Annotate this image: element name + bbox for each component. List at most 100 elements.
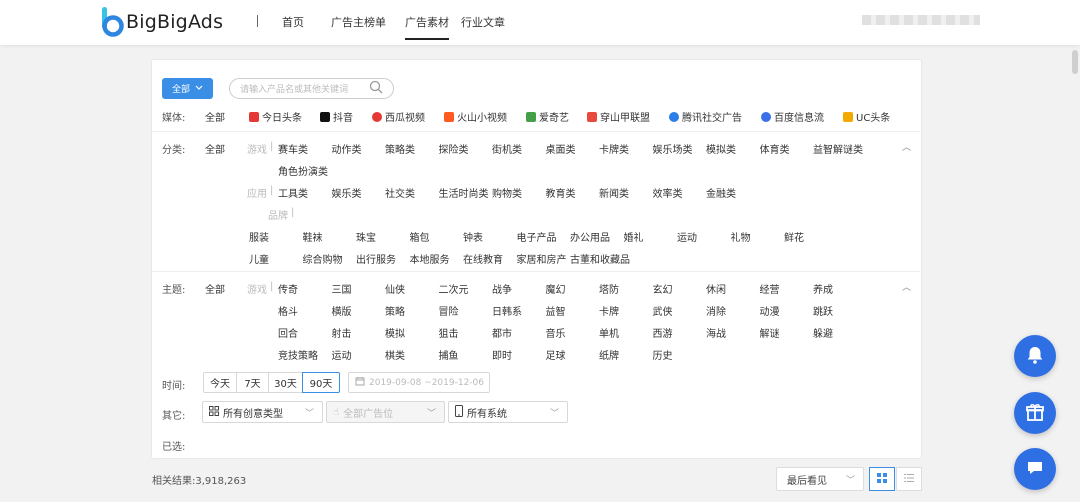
theme-all[interactable]: 全部 xyxy=(205,281,225,296)
nav-industry-articles[interactable]: 行业文章 xyxy=(461,14,505,30)
media-toutiao[interactable]: 今日头条 xyxy=(249,109,302,124)
nav-home[interactable]: 首页 xyxy=(282,14,304,30)
category-game-item[interactable]: 策略类 xyxy=(385,141,415,156)
theme-item[interactable]: 塔防 xyxy=(599,281,619,296)
category-app-item[interactable]: 教育类 xyxy=(546,185,576,200)
theme-item[interactable]: 射击 xyxy=(332,325,352,340)
theme-item[interactable]: 消除 xyxy=(706,303,726,318)
search-input[interactable]: 请输入产品名或其他关键词 xyxy=(229,78,394,99)
theme-item[interactable]: 益智 xyxy=(546,303,566,318)
theme-item[interactable]: 战争 xyxy=(492,281,512,296)
category-game-item[interactable]: 益智解谜类 xyxy=(813,141,863,156)
category-brand-item[interactable]: 钟表 xyxy=(463,229,483,244)
time-90days[interactable]: 90天 xyxy=(302,372,340,393)
theme-item[interactable]: 跳跃 xyxy=(813,303,833,318)
category-game-item[interactable]: 动作类 xyxy=(332,141,362,156)
category-game-item[interactable]: 体育类 xyxy=(760,141,790,156)
theme-item[interactable]: 模拟 xyxy=(385,325,405,340)
search-icon[interactable] xyxy=(369,80,383,97)
theme-item[interactable]: 经营 xyxy=(760,281,780,296)
sort-select[interactable]: 最后看见 ﹀ xyxy=(776,467,864,491)
theme-item[interactable]: 动漫 xyxy=(760,303,780,318)
theme-item[interactable]: 狙击 xyxy=(439,325,459,340)
chat-button[interactable] xyxy=(1014,448,1056,490)
category-brand-item[interactable]: 出行服务 xyxy=(356,251,396,266)
media-iqiyi[interactable]: 爱奇艺 xyxy=(526,109,569,124)
theme-item[interactable]: 躲避 xyxy=(813,325,833,340)
category-brand-item[interactable]: 综合购物 xyxy=(303,251,343,266)
theme-item[interactable]: 音乐 xyxy=(546,325,566,340)
theme-item[interactable]: 都市 xyxy=(492,325,512,340)
page-scrollbar[interactable] xyxy=(1072,50,1078,74)
category-brand-item[interactable]: 儿童 xyxy=(249,251,269,266)
theme-item[interactable]: 策略 xyxy=(385,303,405,318)
category-brand-item[interactable]: 家居和房产 xyxy=(517,251,567,266)
nav-advertiser-ranking[interactable]: 广告主榜单 xyxy=(331,14,386,30)
category-brand-item[interactable]: 古董和收藏品 xyxy=(570,251,630,266)
theme-item[interactable]: 历史 xyxy=(653,347,673,362)
theme-item[interactable]: 足球 xyxy=(546,347,566,362)
theme-item[interactable]: 解谜 xyxy=(760,325,780,340)
category-brand-item[interactable]: 办公用品 xyxy=(570,229,610,244)
category-brand-item[interactable]: 鲜花 xyxy=(784,229,804,244)
theme-item[interactable]: 日韩系 xyxy=(492,303,522,318)
time-today[interactable]: 今天 xyxy=(203,372,237,393)
theme-item[interactable]: 单机 xyxy=(599,325,619,340)
category-app-item[interactable]: 新闻类 xyxy=(599,185,629,200)
category-app-item[interactable]: 社交类 xyxy=(385,185,415,200)
category-brand-item[interactable]: 运动 xyxy=(677,229,697,244)
media-douyin[interactable]: 抖音 xyxy=(320,109,353,124)
theme-item[interactable]: 魔幻 xyxy=(546,281,566,296)
category-brand-item[interactable]: 本地服务 xyxy=(410,251,450,266)
theme-item[interactable]: 玄幻 xyxy=(653,281,673,296)
theme-item[interactable]: 武侠 xyxy=(653,303,673,318)
category-app-item[interactable]: 金融类 xyxy=(706,185,736,200)
grid-view-button[interactable] xyxy=(869,467,895,491)
category-app-item[interactable]: 工具类 xyxy=(278,185,308,200)
category-brand-item[interactable]: 礼物 xyxy=(731,229,751,244)
list-view-button[interactable] xyxy=(896,467,922,491)
category-game-item[interactable]: 角色扮演类 xyxy=(278,163,328,178)
theme-item[interactable]: 捕鱼 xyxy=(439,347,459,362)
theme-item[interactable]: 二次元 xyxy=(439,281,469,296)
category-game-item[interactable]: 探险类 xyxy=(439,141,469,156)
system-select[interactable]: 所有系统 ﹀ xyxy=(448,401,568,423)
theme-item[interactable]: 冒险 xyxy=(439,303,459,318)
category-brand-item[interactable]: 电子产品 xyxy=(517,229,557,244)
ad-position-select[interactable]: ☝ 全部广告位 ﹀ xyxy=(326,401,445,423)
category-game-item[interactable]: 卡牌类 xyxy=(599,141,629,156)
time-30days[interactable]: 30天 xyxy=(268,372,303,393)
media-all[interactable]: 全部 xyxy=(205,109,225,124)
date-range-picker[interactable]: 2019-09-08 ~2019-12-06 xyxy=(348,372,490,393)
theme-item[interactable]: 纸牌 xyxy=(599,347,619,362)
media-xigua[interactable]: 西瓜视频 xyxy=(372,109,425,124)
category-game-item[interactable]: 赛车类 xyxy=(278,141,308,156)
theme-item[interactable]: 三国 xyxy=(332,281,352,296)
theme-item[interactable]: 棋类 xyxy=(385,347,405,362)
collapse-icon[interactable]: ︿ xyxy=(902,280,911,293)
category-brand-item[interactable]: 箱包 xyxy=(410,229,430,244)
category-brand-item[interactable]: 鞋袜 xyxy=(303,229,323,244)
collapse-icon[interactable]: ︿ xyxy=(902,140,911,153)
media-tencent-social[interactable]: 腾讯社交广告 xyxy=(669,109,742,124)
media-uc-headline[interactable]: UC头条 xyxy=(843,109,890,124)
logo[interactable]: BigBigAds xyxy=(100,5,223,39)
theme-item[interactable]: 横版 xyxy=(332,303,352,318)
theme-item[interactable]: 养成 xyxy=(813,281,833,296)
time-7days[interactable]: 7天 xyxy=(236,372,269,393)
theme-item[interactable]: 海战 xyxy=(706,325,726,340)
category-brand-item[interactable]: 服装 xyxy=(249,229,269,244)
category-brand-item[interactable]: 在线教育 xyxy=(463,251,503,266)
category-game-item[interactable]: 模拟类 xyxy=(706,141,736,156)
category-app-item[interactable]: 娱乐类 xyxy=(332,185,362,200)
media-baidu-feed[interactable]: 百度信息流 xyxy=(761,109,824,124)
nav-ad-creatives[interactable]: 广告素材 xyxy=(405,14,449,40)
theme-item[interactable]: 卡牌 xyxy=(599,303,619,318)
theme-item[interactable]: 西游 xyxy=(653,325,673,340)
category-brand-item[interactable]: 珠宝 xyxy=(356,229,376,244)
theme-item[interactable]: 即时 xyxy=(492,347,512,362)
theme-item[interactable]: 休闲 xyxy=(706,281,726,296)
category-game-item[interactable]: 桌面类 xyxy=(546,141,576,156)
media-huoshan[interactable]: 火山小视频 xyxy=(444,109,507,124)
category-all[interactable]: 全部 xyxy=(205,141,225,156)
